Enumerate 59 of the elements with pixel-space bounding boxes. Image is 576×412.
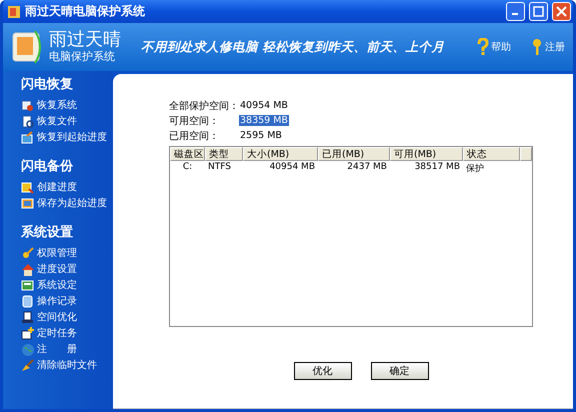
key-icon <box>21 246 34 260</box>
sidebar-item[interactable]: 空间优化 <box>21 309 77 325</box>
globe-icon <box>21 342 34 356</box>
summary-label: 已用空间： <box>169 130 220 142</box>
table-cell-text: C: <box>182 161 194 174</box>
summary-value: 40954 MB <box>239 100 289 111</box>
ok-button[interactable]: 确定 <box>370 362 428 380</box>
app-icon <box>7 4 21 18</box>
window-title: 雨过天晴电脑保护系统 <box>25 3 146 20</box>
column-header[interactable]: 状态 <box>463 147 520 161</box>
sidebar-item[interactable]: 权限管理 <box>21 245 77 261</box>
sidebar-item[interactable]: 进度设置 <box>21 261 77 277</box>
table-cell-text: 38517 MB <box>414 161 461 174</box>
sidebar-item[interactable]: 操作记录 <box>21 293 77 309</box>
optimize-button[interactable]: 优化 <box>294 362 352 380</box>
window-icon <box>21 278 34 292</box>
close-icon <box>556 6 567 17</box>
column-header[interactable]: 类型 <box>205 147 243 161</box>
sidebar-item[interactable]: 恢复系统 <box>21 97 77 113</box>
maximize-icon <box>533 6 544 17</box>
section-title: 系统设置 <box>21 224 74 241</box>
slogan: 不用到处求人修电脑 轻松恢复到昨天、前天、上个月 <box>141 38 446 56</box>
logo-title: 雨过天晴 <box>49 30 121 49</box>
sidebar-item[interactable]: 保存为起始进度 <box>21 195 107 211</box>
minimize-button[interactable] <box>506 2 525 21</box>
summary-label: 可用空间： <box>169 114 220 128</box>
sidebar-item[interactable]: 创建进度 <box>21 179 77 195</box>
sidebar-item[interactable]: 恢复文件 <box>21 113 77 129</box>
table-cell-text: 2437 MB <box>346 161 388 174</box>
column-header[interactable]: 已用(MB) <box>318 147 390 161</box>
maximize-button[interactable] <box>529 2 548 21</box>
column-header[interactable]: 磁盘区 <box>170 147 205 161</box>
broom-icon <box>21 358 34 372</box>
sidebar-item[interactable]: 注 册 <box>21 341 77 357</box>
key-icon <box>531 38 543 56</box>
close-button[interactable] <box>552 2 571 21</box>
document-search-icon <box>21 114 34 128</box>
logo-subtitle: 电脑保护系统 <box>49 49 116 64</box>
sidebar-item[interactable]: 系统设定 <box>21 277 77 293</box>
column-header[interactable]: 可用(MB) <box>390 147 463 161</box>
section-title: 闪电备份 <box>21 158 74 175</box>
question-mark-icon <box>477 38 489 56</box>
sidebar-item[interactable]: 恢复到起始进度 <box>21 129 107 145</box>
table-cell-text: 保护 <box>465 162 485 175</box>
sidebar-item[interactable]: 清除临时文件 <box>21 357 97 373</box>
summary-label: 全部保护空间： <box>169 100 239 112</box>
section-title: 闪电恢复 <box>21 76 74 93</box>
summary-value: 38359 MB <box>239 115 289 126</box>
page-icon <box>21 294 34 308</box>
sidebar-item[interactable]: 定时任务 <box>21 325 77 341</box>
column-header[interactable]: 大小(MB) <box>243 147 318 161</box>
house-icon <box>21 262 34 276</box>
help-link[interactable]: 帮助 <box>477 38 511 56</box>
table-cell-text: 40954 MB <box>268 161 316 174</box>
table-cell-text: NTFS <box>207 161 232 174</box>
summary-value: 2595 MB <box>239 130 283 141</box>
restore-system-icon <box>21 98 34 112</box>
picture-frame-icon <box>21 196 34 210</box>
register-link[interactable]: 注册 <box>531 38 565 56</box>
